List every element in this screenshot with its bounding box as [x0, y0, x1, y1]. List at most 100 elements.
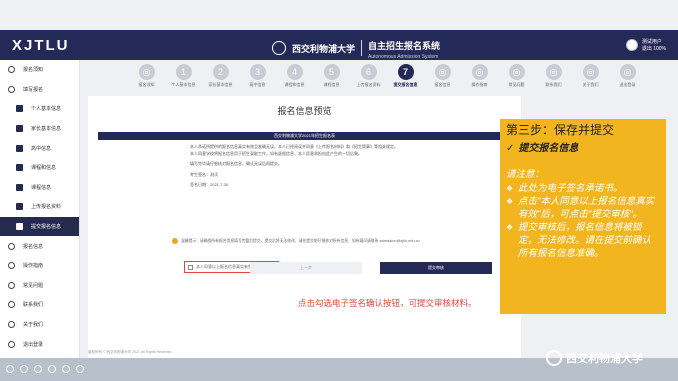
- callout-subtitle-row: ✓ 提交报名信息: [506, 139, 660, 154]
- step-number: 1: [175, 64, 192, 80]
- sidebar-item[interactable]: 上传报名资料: [0, 197, 79, 217]
- callout-points: 此处为电子签名承诺书。 点击"本人同意以上报名信息真实有效"后，可点击"提交审核…: [506, 182, 660, 260]
- step-number: ◎: [582, 64, 599, 80]
- sidebar-item[interactable]: 报名信息: [0, 236, 79, 256]
- step-label: 关于我们: [582, 82, 599, 87]
- step-number: ◎: [434, 64, 451, 80]
- step-item[interactable]: 3 高中信息: [239, 60, 276, 92]
- next-slide-icon[interactable]: [20, 365, 28, 373]
- step-item[interactable]: 2 家长基本信息: [202, 60, 239, 92]
- step-item[interactable]: ◎ 报名须知: [128, 60, 165, 92]
- prev-slide-icon[interactable]: [6, 365, 14, 373]
- callout-title: 第三步：保存并提交: [506, 123, 615, 137]
- callout-note-label: 请注意：: [506, 169, 545, 180]
- step-item[interactable]: 6 上传报名资料: [350, 60, 387, 92]
- user-menu[interactable]: 测试用户 退出 100%: [625, 38, 666, 52]
- step-item[interactable]: ◎ 关于我们: [572, 60, 609, 92]
- step-label: 课程信息: [323, 82, 340, 87]
- sidebar-item-icon: [8, 66, 15, 74]
- step-item[interactable]: ◎ 常见问题: [498, 60, 535, 92]
- more-icon[interactable]: [76, 365, 84, 373]
- step-item[interactable]: ◎ 联系我们: [535, 60, 572, 92]
- user-logout[interactable]: 退出 100%: [642, 45, 666, 52]
- sidebar: 报名须知填写报名个人基本信息家长基本信息 高中信息 课程和信息课程信息上传报名资料提…: [0, 60, 80, 358]
- step-item[interactable]: 1 个人基本信息: [165, 60, 202, 92]
- sidebar-item[interactable]: 家长基本信息: [0, 119, 79, 139]
- sidebar-item[interactable]: 退出登录: [0, 334, 79, 354]
- document-line-1: 本人承诺所提供的报名信息真实有效且准确无误。本人已经阅读并同意《上传报名材料》和…: [190, 144, 398, 149]
- step-item[interactable]: 7 提交报名信息: [387, 60, 424, 92]
- footer-brand: 西交利物浦大学: [546, 350, 643, 366]
- step-label: 常见问题: [508, 82, 525, 87]
- step-label: 联系我们: [545, 82, 562, 87]
- sidebar-item[interactable]: 操作指南: [0, 256, 79, 276]
- top-navigation-bar: XJTLU 西交利物浦大学 自主招生报名系统 Autonomous Admiss…: [0, 30, 678, 60]
- step-item[interactable]: ◎ 退出登录: [609, 60, 646, 92]
- notice-icon: [172, 238, 178, 244]
- step-label: 报名信息: [434, 82, 451, 87]
- notice-text: 温馨提示：请确保所有报名信息填写完整后提交，提交后将无法修改，请在提交前仔细核对…: [181, 238, 420, 243]
- sidebar-item-icon: [8, 242, 15, 250]
- step-number: ◎: [471, 64, 488, 80]
- step-label: 高中信息: [249, 82, 266, 87]
- signer-name: 考生签名：测试: [190, 171, 218, 177]
- grid-icon[interactable]: [48, 365, 56, 373]
- agree-checkbox[interactable]: [188, 264, 193, 270]
- agree-checkbox-label: 本人同意以上报名信息真实有效: [196, 264, 252, 269]
- sidebar-item[interactable]: 报名须知: [0, 60, 79, 80]
- step-label: 上传报名资料: [356, 82, 381, 87]
- sidebar-item-icon: [8, 262, 15, 270]
- step-number: ◎: [545, 64, 562, 80]
- user-name: 测试用户: [641, 39, 662, 45]
- sidebar-item[interactable]: 关于我们: [0, 315, 79, 335]
- sign-date: 签名日期：2021-7-30: [190, 182, 229, 187]
- step-label: 操作指南: [471, 82, 488, 87]
- step-item[interactable]: ◎ 操作指南: [461, 60, 498, 92]
- callout-subtitle: 提交报名信息: [518, 143, 579, 154]
- sidebar-item-label: 报名信息: [23, 243, 44, 250]
- sidebar-item-label: 联系我们: [23, 302, 44, 309]
- callout-point: 此处为电子签名承诺书。: [506, 182, 660, 195]
- step-item[interactable]: ◎ 报名信息: [424, 60, 461, 92]
- sidebar-item[interactable]: 高中信息: [0, 138, 79, 158]
- warm-notice: 温馨提示：请确保所有报名信息填写完整后提交，提交后将无法修改，请在提交前仔细核对…: [172, 238, 420, 244]
- sidebar-item-label: 填写报名: [23, 86, 44, 93]
- system-title: 自主招生报名系统: [368, 41, 441, 51]
- brand-header: 西交利物浦大学 自主招生报名系统 Autonomous Admission Sy…: [272, 36, 440, 60]
- copyright-footer: 版权所有 © 西交利物浦大学 2021 All Rights Reserved: [88, 350, 172, 354]
- instruction-callout: 第三步：保存并提交 ✓提交报名信息 请注意： 此处为电子签名承诺书。 点击"本人…: [500, 119, 666, 314]
- slideshow-controls: [6, 365, 84, 373]
- submit-button[interactable]: 提交审核: [380, 262, 492, 274]
- sidebar-item-label: 个人基本信息: [31, 106, 62, 113]
- step-label: 提交报名信息: [393, 82, 418, 87]
- university-seal-icon: [546, 350, 562, 366]
- previous-button[interactable]: 上一步: [250, 262, 362, 274]
- step-label: 报名须知: [138, 82, 155, 87]
- sidebar-item[interactable]: 填写报名: [0, 80, 79, 100]
- step-label: 家长基本信息: [208, 82, 233, 87]
- step-label: 个人基本信息: [171, 82, 196, 87]
- sidebar-item[interactable]: 个人基本信息: [0, 99, 79, 119]
- step-number: 7: [397, 64, 414, 80]
- step-number: 4: [286, 64, 303, 80]
- sidebar-item[interactable]: 常见问题: [0, 276, 79, 296]
- footer-brand-text: 西交利物浦大学: [566, 352, 643, 365]
- sidebar-item[interactable]: 课程信息: [0, 178, 79, 198]
- step-item[interactable]: 5 课程信息: [313, 60, 350, 92]
- sidebar-item-label: 课程信息: [31, 184, 52, 191]
- sidebar-item[interactable]: 联系我们: [0, 295, 79, 315]
- pen-icon[interactable]: [34, 365, 42, 373]
- sidebar-item[interactable]: 提交报名信息: [0, 216, 79, 237]
- step-label: 课程和信息: [284, 82, 305, 87]
- sidebar-item-icon: [16, 125, 23, 133]
- step-number: ◎: [138, 64, 155, 80]
- sidebar-item-icon: [8, 85, 15, 93]
- step-item[interactable]: 4 课程和信息: [276, 60, 313, 92]
- hint-text: 点击勾选电子签名确认按钮，可提交审核材料。: [298, 298, 477, 308]
- sidebar-item-label: 上传报名资料: [31, 204, 62, 211]
- sidebar-item-label: 提交报名信息: [31, 224, 62, 231]
- sidebar-item-icon: [16, 105, 23, 113]
- sidebar-item[interactable]: 课程和信息: [0, 158, 79, 178]
- avatar[interactable]: [625, 39, 638, 51]
- zoom-icon[interactable]: [62, 365, 70, 373]
